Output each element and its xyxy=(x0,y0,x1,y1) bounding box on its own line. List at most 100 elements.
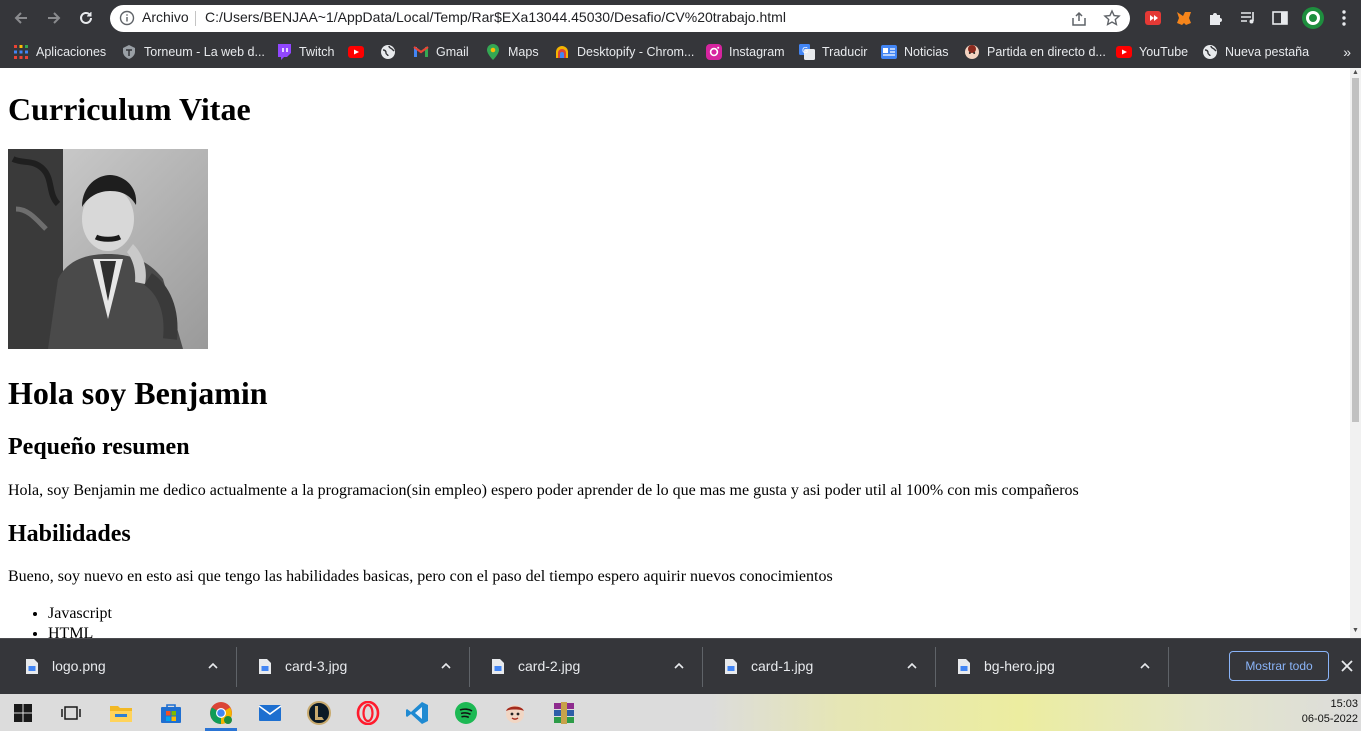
bookmark-desktopify[interactable]: Desktopify - Chrom... xyxy=(554,42,694,62)
download-item[interactable]: card-1.jpg xyxy=(703,639,936,695)
bookmark-youtube-2[interactable]: YouTube xyxy=(1116,42,1188,62)
bookmark-label: Noticias xyxy=(904,45,949,59)
chevron-up-icon[interactable] xyxy=(440,660,452,672)
league-of-legends-icon[interactable] xyxy=(306,700,332,726)
bookmark-label: YouTube xyxy=(1139,45,1189,59)
bookmark-label: Partida en directo d... xyxy=(987,45,1106,59)
download-filename: card-1.jpg xyxy=(751,658,814,674)
svg-text:G: G xyxy=(802,46,808,55)
instagram-icon xyxy=(706,44,722,60)
bookmark-label: Traducir xyxy=(822,45,868,59)
scroll-down-arrow-icon[interactable]: ▼ xyxy=(1352,627,1359,634)
bookmark-youtube-1[interactable] xyxy=(348,42,364,62)
download-filename: card-2.jpg xyxy=(518,658,581,674)
chevron-up-icon[interactable] xyxy=(906,660,918,672)
file-icon xyxy=(259,659,271,674)
download-shelf: logo.png card-3.jpg card-2.jpg card-1.jp… xyxy=(0,638,1361,694)
bookmark-news[interactable]: Noticias xyxy=(881,42,948,62)
forward-button[interactable] xyxy=(42,6,66,30)
chevron-up-icon[interactable] xyxy=(673,660,685,672)
taskbar: 15:03 06-05-2022 xyxy=(0,694,1361,731)
vscode-icon[interactable] xyxy=(404,700,430,726)
translate-icon: G xyxy=(799,44,815,60)
arrow-left-icon xyxy=(14,12,27,24)
game-app-icon[interactable] xyxy=(502,700,528,726)
windows-start-icon[interactable] xyxy=(10,700,36,726)
metamask-fox-icon[interactable] xyxy=(1174,8,1194,28)
bookmark-gmail[interactable]: Gmail xyxy=(413,42,469,62)
twitch-icon xyxy=(276,44,292,60)
bookmark-translate[interactable]: G Traducir xyxy=(799,42,867,62)
skills-heading: Habilidades xyxy=(8,521,131,547)
share-icon[interactable] xyxy=(1070,10,1088,28)
bookmark-new-tab[interactable]: Nueva pestaña xyxy=(1202,42,1309,62)
show-all-downloads-button[interactable]: Mostrar todo xyxy=(1229,651,1329,681)
file-icon xyxy=(958,659,970,674)
maps-icon xyxy=(485,44,501,60)
clock-date: 06-05-2022 xyxy=(1301,713,1358,725)
task-view-icon[interactable] xyxy=(58,700,84,726)
download-item[interactable]: logo.png xyxy=(4,639,237,695)
url-text[interactable]: C:/Users/BENJAA~1/AppData/Local/Temp/Rar… xyxy=(205,9,786,25)
reload-icon xyxy=(80,11,92,24)
profile-avatar[interactable] xyxy=(1301,6,1325,30)
bookmark-twitch[interactable]: Twitch xyxy=(276,42,334,62)
bookmark-maps[interactable]: Maps xyxy=(485,42,539,62)
chevron-up-icon[interactable] xyxy=(207,660,219,672)
file-icon xyxy=(26,659,38,674)
download-item[interactable]: card-2.jpg xyxy=(470,639,703,695)
system-clock[interactable]: 15:03 06-05-2022 xyxy=(1296,697,1358,727)
bookmark-label: Torneum - La web d... xyxy=(144,45,265,59)
side-panel-icon[interactable] xyxy=(1270,8,1290,28)
extensions-puzzle-icon[interactable] xyxy=(1206,8,1226,28)
bookmark-label: Maps xyxy=(508,45,539,59)
bookmark-label: Aplicaciones xyxy=(36,45,107,59)
bookmark-partida[interactable]: Partida en directo d... xyxy=(964,42,1106,62)
skills-text: Bueno, soy nuevo en esto asi que tengo l… xyxy=(8,568,833,585)
summary-text: Hola, soy Benjamin me dedico actualmente… xyxy=(8,482,1079,499)
file-icon xyxy=(725,659,737,674)
file-icon xyxy=(492,659,504,674)
page-title: Curriculum Vitae xyxy=(8,91,251,127)
site-info-chip[interactable]: Archivo xyxy=(142,9,189,25)
vertical-scrollbar[interactable]: ▲ ▼ xyxy=(1350,68,1361,638)
reload-button[interactable] xyxy=(74,6,98,30)
back-button[interactable] xyxy=(9,6,33,30)
list-item: HTML xyxy=(48,624,112,638)
game-icon xyxy=(964,44,980,60)
browser-toolbar: Archivo C:/Users/BENJAA~1/AppData/Local/… xyxy=(0,0,1361,36)
bookmark-apps[interactable]: Aplicaciones xyxy=(13,42,106,62)
opera-gx-icon[interactable] xyxy=(355,700,381,726)
download-item[interactable]: card-3.jpg xyxy=(237,639,470,695)
mail-icon[interactable] xyxy=(257,700,283,726)
microsoft-store-icon[interactable] xyxy=(158,700,184,726)
bookmark-torneum[interactable]: Torneum - La web d... xyxy=(121,42,265,62)
chrome-icon[interactable] xyxy=(208,700,234,726)
greeting-heading: Hola soy Benjamin xyxy=(8,375,268,411)
page-viewport: Curriculum Vitae Hola soy Benjamin Peque xyxy=(0,68,1350,638)
file-explorer-icon[interactable] xyxy=(108,700,134,726)
scrollbar-thumb[interactable] xyxy=(1352,78,1359,422)
extension-red-icon[interactable] xyxy=(1143,8,1163,28)
close-icon[interactable] xyxy=(1340,659,1354,673)
bookmarks-overflow-button[interactable]: » xyxy=(1343,44,1351,60)
skills-list: Javascript HTML xyxy=(48,604,112,638)
download-item[interactable]: bg-hero.jpg xyxy=(936,639,1169,695)
profile-photo xyxy=(8,149,208,349)
address-bar[interactable]: Archivo C:/Users/BENJAA~1/AppData/Local/… xyxy=(110,5,1130,32)
bookmark-instagram[interactable]: Instagram xyxy=(706,42,785,62)
info-icon[interactable] xyxy=(119,10,135,26)
browser-menu-icon[interactable] xyxy=(1334,8,1354,28)
youtube-icon xyxy=(348,44,364,60)
winrar-icon[interactable] xyxy=(551,700,577,726)
bookmark-globe-1[interactable] xyxy=(380,42,396,62)
spotify-icon[interactable] xyxy=(453,700,479,726)
omnibox-divider xyxy=(195,11,196,26)
bookmark-star-icon[interactable] xyxy=(1103,9,1121,27)
media-queue-icon[interactable] xyxy=(1238,8,1258,28)
scroll-up-arrow-icon[interactable]: ▲ xyxy=(1352,69,1359,76)
gmail-icon xyxy=(413,44,429,60)
chevron-up-icon[interactable] xyxy=(1139,660,1151,672)
bookmark-label: Twitch xyxy=(299,45,335,59)
torneum-icon xyxy=(121,44,137,60)
